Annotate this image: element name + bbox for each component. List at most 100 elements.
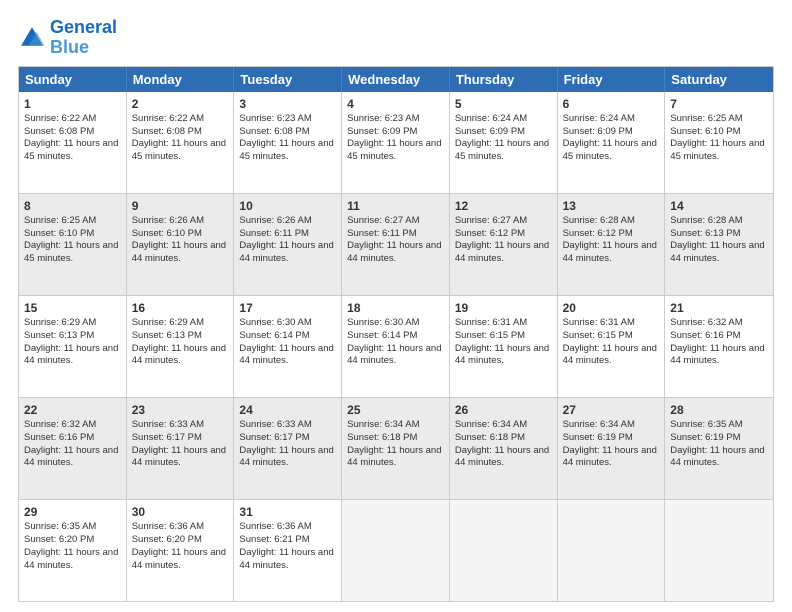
empty-cell — [450, 500, 558, 601]
day-number: 2 — [132, 96, 229, 112]
day-info: Sunrise: 6:24 AMSunset: 6:09 PMDaylight:… — [563, 113, 657, 162]
day-cell-12: 12Sunrise: 6:27 AMSunset: 6:12 PMDayligh… — [450, 194, 558, 295]
day-number: 13 — [563, 198, 660, 214]
day-info: Sunrise: 6:31 AMSunset: 6:15 PMDaylight:… — [563, 317, 657, 366]
day-info: Sunrise: 6:34 AMSunset: 6:18 PMDaylight:… — [347, 419, 441, 468]
header-day-thursday: Thursday — [450, 67, 558, 92]
day-cell-11: 11Sunrise: 6:27 AMSunset: 6:11 PMDayligh… — [342, 194, 450, 295]
day-number: 12 — [455, 198, 552, 214]
day-number: 23 — [132, 402, 229, 418]
day-cell-10: 10Sunrise: 6:26 AMSunset: 6:11 PMDayligh… — [234, 194, 342, 295]
day-cell-5: 5Sunrise: 6:24 AMSunset: 6:09 PMDaylight… — [450, 92, 558, 193]
header-day-saturday: Saturday — [665, 67, 773, 92]
day-cell-31: 31Sunrise: 6:36 AMSunset: 6:21 PMDayligh… — [234, 500, 342, 601]
day-number: 27 — [563, 402, 660, 418]
day-cell-19: 19Sunrise: 6:31 AMSunset: 6:15 PMDayligh… — [450, 296, 558, 397]
day-cell-9: 9Sunrise: 6:26 AMSunset: 6:10 PMDaylight… — [127, 194, 235, 295]
day-cell-29: 29Sunrise: 6:35 AMSunset: 6:20 PMDayligh… — [19, 500, 127, 601]
calendar-row-2: 8Sunrise: 6:25 AMSunset: 6:10 PMDaylight… — [19, 193, 773, 295]
day-number: 19 — [455, 300, 552, 316]
logo-text: General Blue — [50, 18, 117, 58]
day-number: 22 — [24, 402, 121, 418]
day-number: 4 — [347, 96, 444, 112]
day-number: 25 — [347, 402, 444, 418]
day-number: 3 — [239, 96, 336, 112]
day-cell-2: 2Sunrise: 6:22 AMSunset: 6:08 PMDaylight… — [127, 92, 235, 193]
day-cell-27: 27Sunrise: 6:34 AMSunset: 6:19 PMDayligh… — [558, 398, 666, 499]
calendar: SundayMondayTuesdayWednesdayThursdayFrid… — [18, 66, 774, 602]
day-number: 28 — [670, 402, 768, 418]
day-info: Sunrise: 6:27 AMSunset: 6:12 PMDaylight:… — [455, 215, 549, 264]
day-number: 11 — [347, 198, 444, 214]
day-info: Sunrise: 6:22 AMSunset: 6:08 PMDaylight:… — [132, 113, 226, 162]
header-day-wednesday: Wednesday — [342, 67, 450, 92]
day-cell-6: 6Sunrise: 6:24 AMSunset: 6:09 PMDaylight… — [558, 92, 666, 193]
day-info: Sunrise: 6:36 AMSunset: 6:20 PMDaylight:… — [132, 521, 226, 570]
day-cell-28: 28Sunrise: 6:35 AMSunset: 6:19 PMDayligh… — [665, 398, 773, 499]
day-info: Sunrise: 6:28 AMSunset: 6:13 PMDaylight:… — [670, 215, 764, 264]
day-cell-14: 14Sunrise: 6:28 AMSunset: 6:13 PMDayligh… — [665, 194, 773, 295]
day-info: Sunrise: 6:35 AMSunset: 6:19 PMDaylight:… — [670, 419, 764, 468]
day-info: Sunrise: 6:36 AMSunset: 6:21 PMDaylight:… — [239, 521, 333, 570]
day-cell-8: 8Sunrise: 6:25 AMSunset: 6:10 PMDaylight… — [19, 194, 127, 295]
day-number: 9 — [132, 198, 229, 214]
day-cell-18: 18Sunrise: 6:30 AMSunset: 6:14 PMDayligh… — [342, 296, 450, 397]
day-info: Sunrise: 6:29 AMSunset: 6:13 PMDaylight:… — [132, 317, 226, 366]
day-number: 20 — [563, 300, 660, 316]
header-day-tuesday: Tuesday — [234, 67, 342, 92]
day-cell-26: 26Sunrise: 6:34 AMSunset: 6:18 PMDayligh… — [450, 398, 558, 499]
day-info: Sunrise: 6:24 AMSunset: 6:09 PMDaylight:… — [455, 113, 549, 162]
day-cell-16: 16Sunrise: 6:29 AMSunset: 6:13 PMDayligh… — [127, 296, 235, 397]
day-cell-30: 30Sunrise: 6:36 AMSunset: 6:20 PMDayligh… — [127, 500, 235, 601]
header-day-monday: Monday — [127, 67, 235, 92]
day-info: Sunrise: 6:23 AMSunset: 6:09 PMDaylight:… — [347, 113, 441, 162]
day-cell-23: 23Sunrise: 6:33 AMSunset: 6:17 PMDayligh… — [127, 398, 235, 499]
empty-cell — [558, 500, 666, 601]
day-cell-21: 21Sunrise: 6:32 AMSunset: 6:16 PMDayligh… — [665, 296, 773, 397]
day-number: 10 — [239, 198, 336, 214]
day-number: 18 — [347, 300, 444, 316]
page: General Blue SundayMondayTuesdayWednesda… — [0, 0, 792, 612]
day-info: Sunrise: 6:26 AMSunset: 6:10 PMDaylight:… — [132, 215, 226, 264]
day-info: Sunrise: 6:31 AMSunset: 6:15 PMDaylight:… — [455, 317, 549, 366]
day-number: 6 — [563, 96, 660, 112]
day-info: Sunrise: 6:30 AMSunset: 6:14 PMDaylight:… — [347, 317, 441, 366]
day-number: 14 — [670, 198, 768, 214]
day-number: 31 — [239, 504, 336, 520]
empty-cell — [342, 500, 450, 601]
calendar-row-3: 15 Sunrise: 6:29 AMSunset: 6:13 PMDayligh… — [19, 295, 773, 397]
day-number: 17 — [239, 300, 336, 316]
day-number: 1 — [24, 96, 121, 112]
day-number: 29 — [24, 504, 121, 520]
day-number: 5 — [455, 96, 552, 112]
header-day-sunday: Sunday — [19, 67, 127, 92]
day-info: Sunrise: 6:25 AMSunset: 6:10 PMDaylight:… — [24, 215, 118, 264]
day-number: 15 — [24, 300, 121, 316]
day-info: Sunrise: 6:32 AMSunset: 6:16 PMDaylight:… — [24, 419, 118, 468]
calendar-row-1: 1Sunrise: 6:22 AMSunset: 6:08 PMDaylight… — [19, 92, 773, 193]
day-cell-4: 4Sunrise: 6:23 AMSunset: 6:09 PMDaylight… — [342, 92, 450, 193]
day-cell-7: 7Sunrise: 6:25 AMSunset: 6:10 PMDaylight… — [665, 92, 773, 193]
day-info: Sunrise: 6:25 AMSunset: 6:10 PMDaylight:… — [670, 113, 764, 162]
day-info: Sunrise: 6:34 AMSunset: 6:18 PMDaylight:… — [455, 419, 549, 468]
day-cell-3: 3Sunrise: 6:23 AMSunset: 6:08 PMDaylight… — [234, 92, 342, 193]
day-cell-20: 20Sunrise: 6:31 AMSunset: 6:15 PMDayligh… — [558, 296, 666, 397]
logo-icon — [18, 24, 46, 52]
day-cell-22: 22Sunrise: 6:32 AMSunset: 6:16 PMDayligh… — [19, 398, 127, 499]
day-info: Sunrise: 6:30 AMSunset: 6:14 PMDaylight:… — [239, 317, 333, 366]
calendar-header: SundayMondayTuesdayWednesdayThursdayFrid… — [19, 67, 773, 92]
day-info: Sunrise: 6:32 AMSunset: 6:16 PMDaylight:… — [670, 317, 764, 366]
day-cell-25: 25Sunrise: 6:34 AMSunset: 6:18 PMDayligh… — [342, 398, 450, 499]
day-cell-17: 17Sunrise: 6:30 AMSunset: 6:14 PMDayligh… — [234, 296, 342, 397]
day-number: 26 — [455, 402, 552, 418]
day-info: Sunrise: 6:28 AMSunset: 6:12 PMDaylight:… — [563, 215, 657, 264]
day-number: 7 — [670, 96, 768, 112]
day-info: Sunrise: 6:34 AMSunset: 6:19 PMDaylight:… — [563, 419, 657, 468]
calendar-row-5: 29Sunrise: 6:35 AMSunset: 6:20 PMDayligh… — [19, 499, 773, 601]
day-info: Sunrise: 6:22 AMSunset: 6:08 PMDaylight:… — [24, 113, 118, 162]
header-day-friday: Friday — [558, 67, 666, 92]
day-number: 8 — [24, 198, 121, 214]
logo: General Blue — [18, 18, 117, 58]
day-info: Sunrise: 6:33 AMSunset: 6:17 PMDaylight:… — [132, 419, 226, 468]
day-info: Sunrise: 6:27 AMSunset: 6:11 PMDaylight:… — [347, 215, 441, 264]
